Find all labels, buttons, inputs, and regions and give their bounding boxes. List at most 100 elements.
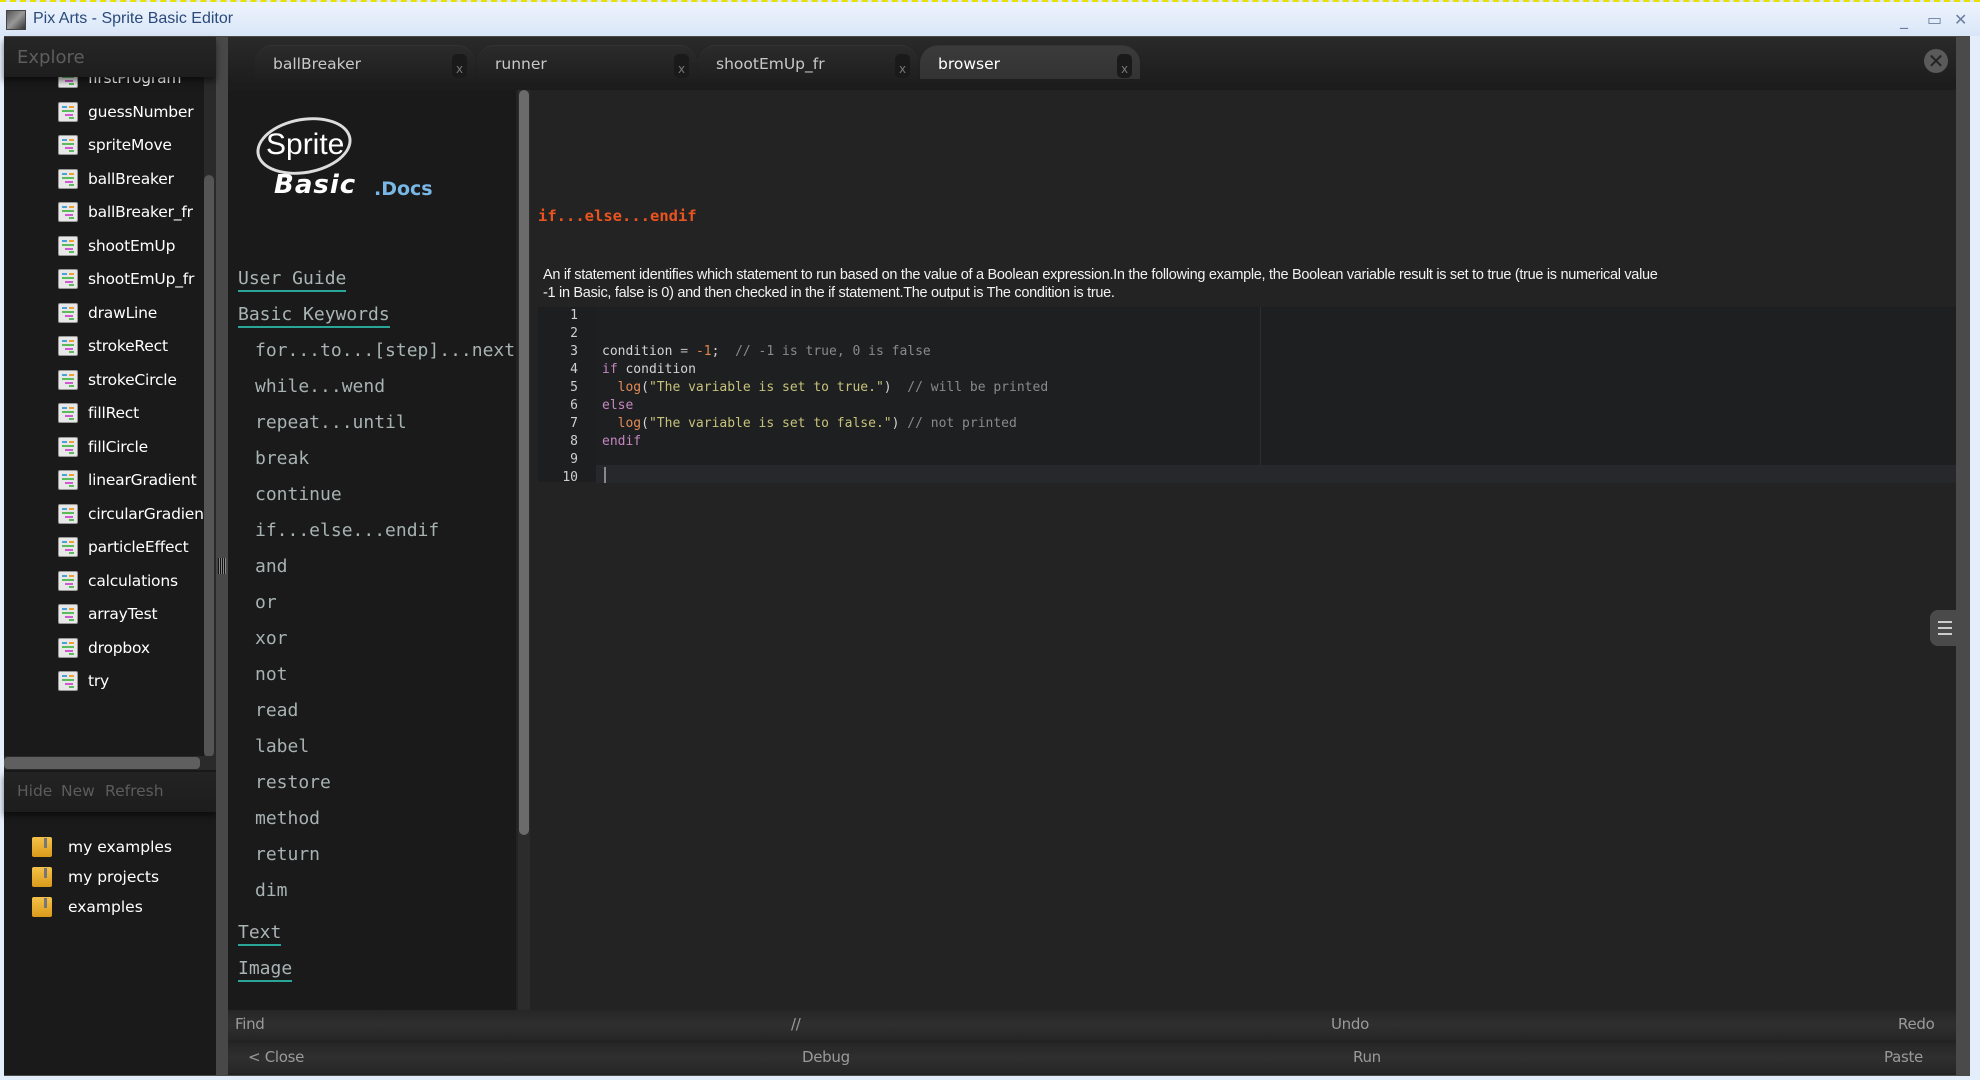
basic-file-icon xyxy=(58,403,78,423)
basic-file-icon xyxy=(58,637,78,658)
code-token: = xyxy=(680,344,696,359)
file-item[interactable]: try xyxy=(58,666,109,696)
tab-browser[interactable]: browser x xyxy=(920,45,1140,79)
file-item[interactable]: fillCircle xyxy=(58,432,148,462)
file-item[interactable]: circularGradient xyxy=(58,499,204,529)
docs-section-link[interactable]: Text xyxy=(238,922,282,946)
side-panel-toggle[interactable] xyxy=(1930,610,1956,646)
keyword-link[interactable]: read xyxy=(255,700,298,721)
file-item[interactable]: drawLine xyxy=(58,298,157,328)
docs-nav-scrollbar[interactable] xyxy=(519,90,529,835)
file-item[interactable]: ballBreaker_fr xyxy=(58,197,193,227)
run-button[interactable]: Run xyxy=(1353,1048,1381,1066)
code-token: if xyxy=(602,362,618,377)
keyword-link[interactable]: label xyxy=(255,736,309,757)
line-number: 10 xyxy=(562,470,578,485)
tab-ballbreaker[interactable]: ballBreaker x xyxy=(255,45,475,79)
keyword-link[interactable]: return xyxy=(255,844,320,865)
docs-section-link[interactable]: Image xyxy=(238,958,293,982)
keyword-link[interactable]: continue xyxy=(255,484,342,505)
paste-button[interactable]: Paste xyxy=(1884,1048,1923,1066)
docs-section-link[interactable]: User Guide xyxy=(238,268,347,292)
code-token: endif xyxy=(602,434,642,449)
file-item[interactable]: spriteMove xyxy=(58,130,172,160)
action-toolbar: < Close Debug Run Paste xyxy=(228,1043,1956,1073)
file-list-hscrollbar[interactable] xyxy=(4,757,200,769)
file-item-label: guessNumber xyxy=(88,102,194,121)
file-list-scrollbar[interactable] xyxy=(204,175,214,757)
explore-title: Explore xyxy=(17,47,85,68)
maximize-button[interactable]: ▭ xyxy=(1927,10,1942,29)
find-button[interactable]: Find xyxy=(235,1015,265,1033)
file-item-label: dropbox xyxy=(88,638,150,657)
folder-item[interactable]: my projects xyxy=(32,863,159,891)
logo-sprite-text: Sprite xyxy=(266,128,345,161)
code-token: // not printed xyxy=(907,416,1017,431)
folder-item[interactable]: examples xyxy=(32,893,143,921)
file-list: firstProgram guessNumber spriteMove ballBre… xyxy=(4,73,204,753)
file-item[interactable]: ballBreaker xyxy=(58,164,174,194)
explorer-sidebar: Explore firstProgram guessNumber spriteMov… xyxy=(4,37,216,1075)
keyword-link[interactable]: xor xyxy=(255,628,288,649)
sidebar-splitter[interactable] xyxy=(216,37,228,1075)
file-item[interactable]: arrayTest xyxy=(58,599,158,629)
file-item[interactable]: strokeCircle xyxy=(58,365,177,395)
keyword-link[interactable]: not xyxy=(255,664,288,685)
file-item-label: drawLine xyxy=(88,303,158,322)
file-item[interactable]: guessNumber xyxy=(58,97,194,127)
close-editor-button[interactable]: < Close xyxy=(248,1048,304,1066)
file-item-label: try xyxy=(88,672,110,690)
tab-runner[interactable]: runner x xyxy=(477,45,697,79)
refresh-button[interactable]: Refresh xyxy=(105,782,164,800)
keyword-link[interactable]: repeat...until xyxy=(255,412,407,433)
tab-close-icon[interactable]: x xyxy=(895,54,910,78)
tab-close-icon[interactable]: x xyxy=(674,54,689,78)
new-button[interactable]: New xyxy=(61,782,95,800)
basic-file-icon xyxy=(58,570,78,591)
keyword-link[interactable]: while...wend xyxy=(255,376,385,397)
keyword-link[interactable]: if...else...endif xyxy=(255,520,439,541)
code-token: ) xyxy=(891,416,908,431)
tab-close-icon[interactable]: x xyxy=(452,54,467,78)
code-token: ; xyxy=(711,344,736,359)
keyword-link[interactable]: dim xyxy=(255,880,288,901)
keyword-description: An if statement identifies which stateme… xyxy=(543,267,1658,301)
debug-button[interactable]: Debug xyxy=(802,1048,850,1066)
tab-close-icon[interactable]: x xyxy=(1117,54,1132,78)
keyword-link[interactable]: for...to...[step]...next xyxy=(255,340,515,361)
file-item-label: particleEffect xyxy=(88,538,189,556)
file-item[interactable]: linearGradient xyxy=(58,465,197,495)
line-number: 7 xyxy=(570,416,578,431)
code-example[interactable]: 1 2 3 4 5 6 7 8 9 10 condition = -1; // -1 is true… xyxy=(538,307,1956,485)
close-all-tabs-button[interactable]: ✕ xyxy=(1924,49,1948,73)
file-item[interactable]: shootEmUp xyxy=(58,231,175,261)
folder-item[interactable]: my examples xyxy=(32,833,172,861)
splitter-grip-icon[interactable] xyxy=(218,558,226,574)
keyword-link[interactable]: method xyxy=(255,808,320,829)
keyword-link[interactable]: and xyxy=(255,556,288,577)
file-item[interactable]: particleEffect xyxy=(58,532,189,562)
basic-file-icon xyxy=(58,470,78,490)
minimize-button[interactable]: _ xyxy=(1900,10,1908,29)
app-icon xyxy=(6,10,26,30)
keyword-link[interactable]: restore xyxy=(255,772,331,793)
undo-button[interactable]: Undo xyxy=(1331,1015,1369,1033)
file-item[interactable]: shootEmUp_fr xyxy=(58,264,194,294)
keyword-link[interactable]: break xyxy=(255,448,309,469)
tab-label: ballBreaker xyxy=(273,55,361,73)
keyword-link[interactable]: or xyxy=(255,592,277,613)
tab-shootemup-fr[interactable]: shootEmUp_fr x xyxy=(698,45,918,79)
file-item[interactable]: calculations xyxy=(58,566,178,596)
comment-button[interactable]: // xyxy=(791,1015,801,1033)
close-window-button[interactable]: ✕ xyxy=(1954,10,1967,29)
file-item[interactable]: strokeRect xyxy=(58,331,168,361)
file-item[interactable]: fillRect xyxy=(58,398,139,428)
file-item[interactable]: dropbox xyxy=(58,633,150,663)
docs-content: if...else...endif An if statement identi… xyxy=(530,90,1956,1010)
code-token: -1 xyxy=(695,344,712,359)
redo-button[interactable]: Redo xyxy=(1898,1015,1935,1033)
docs-section-link[interactable]: Basic Keywords xyxy=(238,304,390,328)
basic-file-icon xyxy=(58,168,78,189)
hide-button[interactable]: Hide xyxy=(17,782,52,800)
